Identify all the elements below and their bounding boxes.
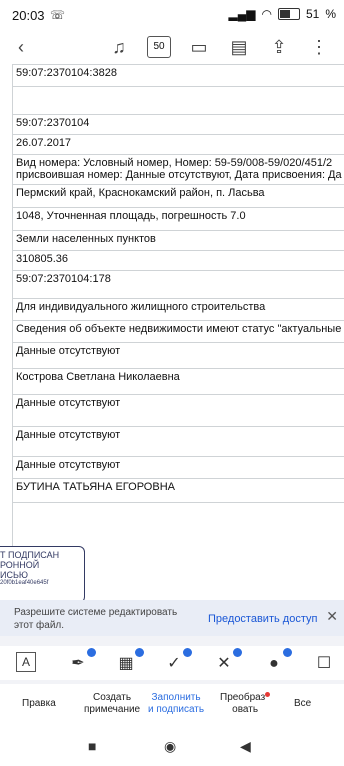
percent-sign: % [325,7,336,21]
table-bottom [12,502,344,505]
cell-text: Земли населенных пунктов [16,233,156,245]
table-row: Пермский край, Краснокамский район, п. Л… [12,184,344,199]
cell-text: Данные отсутствуют [16,397,121,409]
table-row: БУТИНА ТАТЬЯНА ЕГОРОВНА [12,478,344,493]
check-tool-icon[interactable]: ✓ [162,648,192,676]
table-row: Сведения об объекте недвижимости имеют с… [12,320,344,335]
cross-tool-icon[interactable]: ✕ [212,648,242,676]
badge-icon [135,648,144,657]
table-row: Данные отсутствуют [12,342,344,357]
table-row: 59:07:2370104:3828 [12,64,344,79]
table-row: Для индивидуального жилищного строительс… [12,298,344,313]
cell-text: БУТИНА ТАТЬЯНА ЕГОРОВНА [16,481,175,493]
cell-text: 59:07:2370104:3828 [16,67,117,79]
cell-text: 59:07:2370104:178 [16,273,111,285]
bottom-menu: Правка Создать примечание Заполнить и по… [0,684,344,728]
menu-edit[interactable]: Правка [22,698,56,710]
menu-label: овать [232,704,259,715]
banner-line: этот файл. [14,620,65,631]
viber-icon: ☏ [50,8,66,22]
table-row: Данные отсутствуют [12,394,344,409]
badge-icon [283,648,292,657]
top-toolbar: ‹ ♫ 50 ▭ ▤ ⇪ ⋮ [0,30,344,64]
table-row: 59:07:2370104 [12,114,344,129]
banner-message: Разрешите системе редактировать этот фай… [14,606,177,632]
stamp-hash: 20f0b1eaf40e645f [0,580,49,586]
table-row: 1048, Уточненная площадь, погрешность 7.… [12,207,344,222]
cell-text: Вид номера: Условный номер, Номер: 59-59… [16,157,333,169]
table-row: Земли населенных пунктов [12,230,344,245]
table-row: Кострова Светлана Николаевна [12,368,344,383]
cell-text: Данные отсутствуют [16,345,121,357]
cell-text: 59:07:2370104 [16,117,90,129]
stamp-line: ИСЬЮ [0,570,28,580]
box-tool-icon[interactable]: ☐ [312,652,336,676]
table-row [12,86,344,101]
cell-text: Для индивидуального жилищного строительс… [16,301,266,313]
badge-icon [183,648,192,657]
signal-icon: ▂▄▆ [228,7,256,21]
status-time: 20:03 [12,8,45,23]
menu-label: Создать [93,692,132,703]
cell-text: Пермский край, Краснокамский район, п. Л… [16,187,265,199]
table-row: Вид номера: Условный номер, Номер: 59-59… [12,154,344,181]
print-icon[interactable]: ▤ [226,34,252,60]
page-count: 50 [153,41,165,52]
badge-icon [233,648,242,657]
banner-line: Разрешите системе редактировать [14,607,178,618]
battery-icon [277,8,300,20]
cell-text: 1048, Уточненная площадь, погрешность 7.… [16,210,246,222]
cell-text: Данные отсутствуют [16,459,121,471]
cell-text: присвоившая номер: Данные отсутствуют, Д… [16,169,342,181]
view-mode-icon[interactable]: ▭ [186,34,212,60]
menu-label: Заполнить [151,692,201,703]
home-icon[interactable]: ◉ [164,738,176,755]
stamp-line: РОННОЙ [0,560,40,570]
annotation-toolbar: A ✒ ▦ ✓ ✕ ● ☐ [0,646,344,680]
text-tool-icon[interactable]: A [16,652,36,672]
battery-percent: 51 [305,7,320,21]
cell-text: Кострова Светлана Николаевна [16,371,180,383]
table-row: 26.07.2017 [12,134,344,149]
wifi-icon: ◠ [261,7,272,21]
share-icon[interactable]: ⇪ [266,34,292,60]
back-nav-icon[interactable]: ◀ [240,738,251,755]
close-icon[interactable]: ✕ [326,608,338,625]
menu-convert[interactable]: Преобраз овать [220,692,271,716]
notification-dot [265,692,271,697]
document-view[interactable]: 59:07:2370104:3828 59:07:2370104 26.07.2… [0,64,344,600]
badge-icon [87,648,96,657]
allow-access-link[interactable]: Предоставить доступ [208,613,317,625]
menu-all[interactable]: Все [294,698,311,710]
signature-tool-icon[interactable]: ✒ [66,648,96,676]
cell-text: 26.07.2017 [16,137,72,149]
dot-tool-icon[interactable]: ● [262,648,292,676]
signature-stamp: Т ПОДПИСАН РОННОЙ ИСЬЮ 20f0b1eaf40e645f [0,546,85,603]
menu-label: и подписать [148,704,205,715]
stamp-line: Т ПОДПИСАН [0,550,60,560]
date-tool-icon[interactable]: ▦ [114,648,144,676]
navigation-bar: ■ ◉ ◀ [0,728,344,766]
cell-text: Сведения об объекте недвижимости имеют с… [16,323,342,335]
table-row: Данные отсутствуют [12,426,344,441]
status-bar: 20:03 ☏ ▂▄▆ ◠ 51% [0,0,344,30]
more-icon[interactable]: ⋮ [306,34,332,60]
table-row: Данные отсутствуют [12,456,344,471]
menu-create-note[interactable]: Создать примечание [84,692,140,716]
menu-label: Преобраз [220,692,266,703]
table-row: 59:07:2370104:178 [12,270,344,285]
table-row: 310805.36 [12,250,344,265]
recents-icon[interactable]: ■ [88,738,96,754]
cell-text: 310805.36 [16,253,68,265]
page-count-button[interactable]: 50 [147,36,171,58]
cell-text: Данные отсутствуют [16,429,121,441]
menu-label: примечание [84,704,141,715]
headphones-icon[interactable]: ♫ [106,34,132,60]
back-icon[interactable]: ‹ [8,34,34,60]
menu-fill-sign[interactable]: Заполнить и подписать [148,692,204,716]
status-right: ▂▄▆ ◠ 51% [229,7,336,21]
permission-banner: Разрешите системе редактировать этот фай… [0,600,344,636]
